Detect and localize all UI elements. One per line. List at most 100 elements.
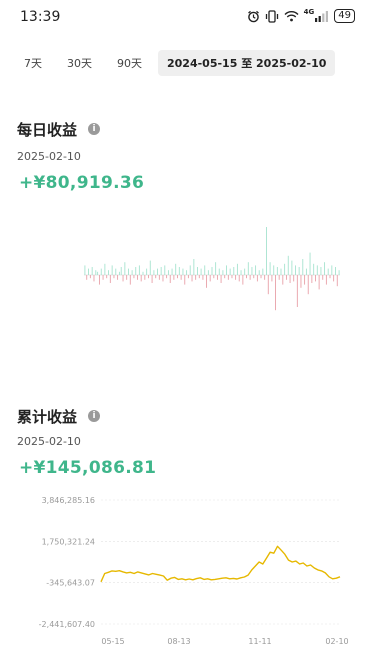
daily-bar bbox=[117, 275, 119, 280]
daily-bar bbox=[109, 275, 111, 283]
tab-90-days[interactable]: 90天 bbox=[117, 55, 142, 71]
daily-bar bbox=[224, 275, 226, 279]
daily-bar bbox=[120, 267, 122, 275]
daily-bar bbox=[158, 275, 160, 280]
daily-bar bbox=[282, 275, 284, 285]
daily-bar bbox=[331, 265, 333, 275]
cumulative-profit-date: 2025-02-10 bbox=[17, 435, 81, 448]
daily-bar bbox=[296, 275, 298, 307]
daily-bar bbox=[320, 267, 322, 275]
daily-profit-bars bbox=[84, 227, 340, 311]
daily-bar bbox=[197, 267, 198, 275]
daily-bar bbox=[189, 265, 191, 275]
daily-bar bbox=[227, 275, 229, 280]
daily-bar bbox=[329, 275, 331, 279]
daily-bar bbox=[264, 275, 266, 280]
daily-bar bbox=[251, 267, 253, 275]
daily-bar bbox=[327, 268, 329, 275]
x-tick-label: 08-13 bbox=[167, 637, 190, 646]
daily-bar bbox=[247, 262, 249, 275]
daily-bar bbox=[309, 252, 311, 275]
info-icon[interactable]: i bbox=[88, 410, 100, 422]
daily-bar bbox=[313, 263, 315, 275]
daily-bar bbox=[229, 268, 231, 275]
daily-bar bbox=[138, 265, 140, 275]
daily-bar bbox=[171, 268, 173, 275]
daily-bar bbox=[215, 262, 217, 275]
x-tick-label: 02-10 bbox=[325, 637, 348, 646]
daily-bar bbox=[336, 275, 338, 287]
tab-30-days[interactable]: 30天 bbox=[67, 55, 92, 71]
daily-bar bbox=[295, 265, 296, 275]
signal-icon bbox=[315, 10, 329, 22]
y-tick-label: 1,750,321.24 bbox=[42, 537, 95, 546]
daily-bar bbox=[298, 267, 300, 275]
daily-bar bbox=[266, 227, 267, 275]
daily-bar bbox=[335, 267, 336, 275]
daily-bar bbox=[236, 263, 238, 275]
cumulative-profit-amount: +¥145,086.81 bbox=[19, 458, 157, 478]
daily-bar bbox=[333, 275, 335, 282]
daily-bar bbox=[182, 268, 184, 275]
daily-bar bbox=[129, 275, 131, 285]
daily-bar bbox=[233, 267, 235, 275]
daily-bar bbox=[278, 275, 280, 280]
daily-bar bbox=[291, 260, 293, 275]
daily-bar bbox=[88, 268, 89, 275]
daily-bar bbox=[89, 275, 91, 279]
cumulative-profit-title: 累计收益 bbox=[17, 408, 78, 426]
daily-bar bbox=[300, 275, 302, 288]
daily-bar bbox=[115, 268, 117, 275]
daily-bar bbox=[102, 275, 104, 280]
daily-bar bbox=[324, 262, 326, 275]
daily-bar bbox=[167, 270, 169, 275]
battery-icon: 49 bbox=[334, 9, 355, 23]
daily-bar bbox=[213, 275, 215, 279]
daily-bar bbox=[204, 265, 206, 275]
daily-profit-date: 2025-02-10 bbox=[17, 150, 81, 163]
daily-bar bbox=[226, 265, 227, 275]
daily-bar bbox=[195, 275, 197, 280]
status-bar: 13:39 4G 49 bbox=[0, 0, 369, 34]
tab-custom-range[interactable]: 2024-05-15 至 2025-02-10 bbox=[158, 50, 336, 76]
daily-bar bbox=[218, 268, 220, 275]
status-icons: 4G 49 bbox=[247, 8, 355, 23]
daily-bar bbox=[169, 275, 171, 283]
daily-bar bbox=[200, 268, 202, 275]
daily-bar bbox=[135, 267, 137, 275]
daily-bar bbox=[175, 263, 177, 275]
daily-bar bbox=[240, 270, 242, 275]
daily-bar bbox=[111, 265, 113, 275]
daily-profit-amount: +¥80,919.36 bbox=[19, 173, 145, 193]
daily-bar bbox=[209, 275, 211, 282]
daily-bar bbox=[180, 275, 182, 280]
daily-bar bbox=[280, 268, 282, 275]
daily-bar bbox=[98, 275, 100, 285]
vibrate-icon bbox=[265, 9, 279, 23]
daily-bar bbox=[253, 275, 255, 279]
daily-bar bbox=[124, 262, 126, 275]
daily-bar bbox=[267, 275, 269, 295]
daily-bar bbox=[153, 270, 155, 275]
daily-bar bbox=[338, 270, 340, 275]
daily-profit-title: 每日收益 bbox=[17, 121, 78, 139]
daily-bar bbox=[235, 275, 237, 280]
info-icon[interactable]: i bbox=[88, 123, 100, 135]
tab-7-days[interactable]: 7天 bbox=[24, 55, 42, 71]
daily-bar bbox=[206, 275, 208, 288]
alarm-icon bbox=[247, 10, 260, 23]
daily-bar bbox=[151, 275, 153, 283]
daily-bar bbox=[198, 275, 200, 279]
daily-bar bbox=[256, 275, 258, 282]
daily-bar bbox=[287, 255, 289, 275]
daily-bar bbox=[246, 275, 247, 279]
daily-bar bbox=[249, 275, 251, 280]
daily-bar bbox=[162, 275, 164, 282]
daily-bar bbox=[307, 275, 309, 295]
daily-bar bbox=[262, 268, 264, 275]
daily-bar bbox=[311, 275, 313, 283]
daily-bar bbox=[177, 275, 178, 279]
daily-bar bbox=[289, 275, 291, 283]
daily-bar bbox=[315, 275, 316, 282]
wifi-icon bbox=[284, 10, 299, 22]
